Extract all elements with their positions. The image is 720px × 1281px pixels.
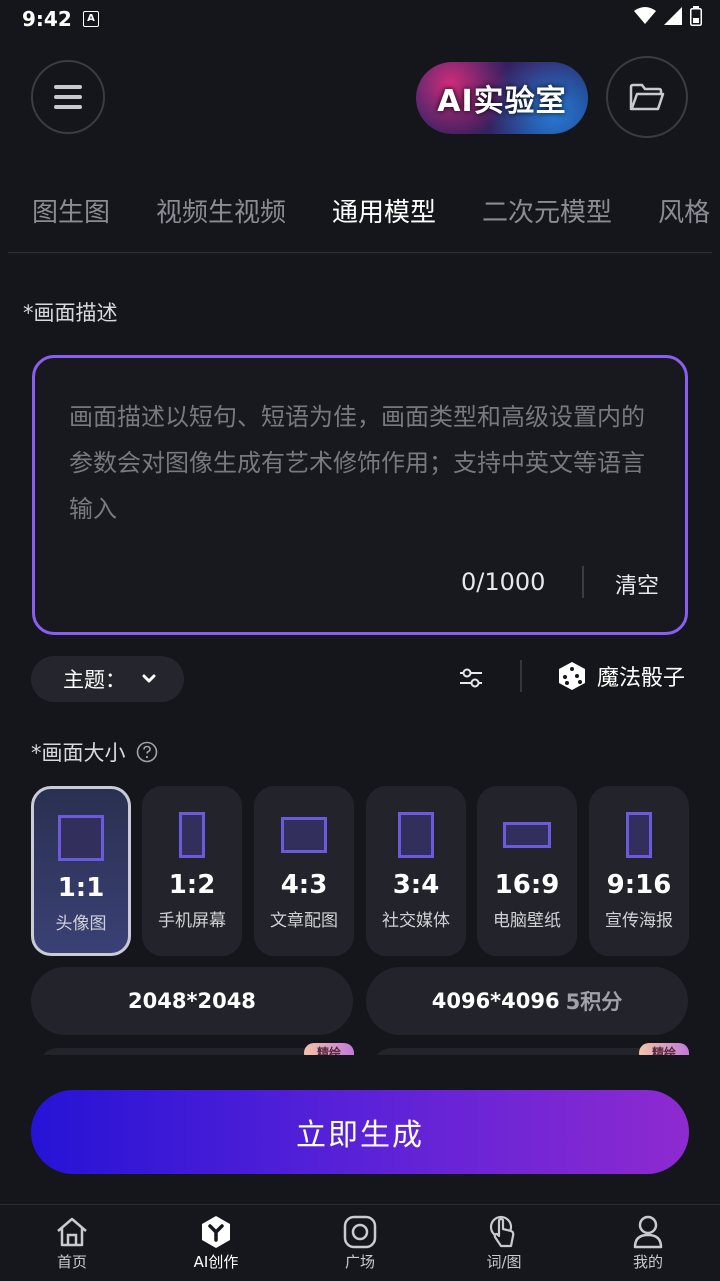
scroll-cutoff bbox=[0, 1055, 720, 1095]
menu-button[interactable] bbox=[31, 60, 105, 134]
hamburger-icon bbox=[54, 85, 82, 109]
size-ratio: 1:1 bbox=[57, 873, 105, 903]
nav-item-square[interactable]: 广场 bbox=[288, 1205, 432, 1281]
size-option-1-1[interactable]: 1:1 头像图 bbox=[31, 786, 131, 956]
nav-label: 首页 bbox=[56, 1253, 87, 1271]
generate-button[interactable]: 立即生成 bbox=[31, 1090, 689, 1174]
resolution-label: 4096*4096 bbox=[431, 989, 560, 1013]
tab-general-model[interactable]: 通用模型 bbox=[332, 192, 436, 229]
dice-icon bbox=[559, 662, 585, 690]
char-counter: 0/1000 bbox=[461, 568, 546, 596]
status-icons bbox=[634, 6, 702, 26]
ratio-1-1-icon bbox=[58, 815, 104, 861]
help-icon[interactable] bbox=[136, 741, 158, 763]
prompt-input[interactable]: 画面描述以短句、短语为佳，画面类型和高级设置内的参数会对图像生成有艺术修饰作用；… bbox=[32, 355, 688, 635]
folder-button[interactable] bbox=[606, 56, 688, 138]
size-ratio: 16:9 bbox=[494, 870, 560, 900]
ratio-4-3-icon bbox=[281, 817, 327, 853]
settings-button[interactable] bbox=[458, 666, 484, 694]
ai-lab-title: AI实验室 bbox=[437, 84, 567, 119]
tab-video-to-video[interactable]: 视频生视频 bbox=[156, 192, 286, 229]
status-time: 9:42 bbox=[22, 7, 72, 31]
ratio-16-9-icon bbox=[503, 822, 551, 848]
resolution-label: 2048*2048 bbox=[128, 989, 256, 1013]
battery-icon bbox=[690, 6, 702, 26]
size-name: 宣传海报 bbox=[605, 911, 673, 931]
bottom-nav: 首页 AI创作 广场 词/图 我的 bbox=[0, 1204, 720, 1281]
wifi-icon bbox=[634, 7, 656, 24]
tab-divider bbox=[8, 252, 712, 253]
size-ratio: 4:3 bbox=[280, 870, 328, 900]
theme-select[interactable]: 主题： bbox=[31, 656, 184, 702]
size-option-3-4[interactable]: 3:4 社交媒体 bbox=[366, 786, 466, 956]
size-option-16-9[interactable]: 16:9 电脑壁纸 bbox=[477, 786, 577, 956]
nav-label: 我的 bbox=[632, 1253, 663, 1271]
size-name: 电脑壁纸 bbox=[493, 911, 561, 931]
square-icon bbox=[343, 1215, 377, 1249]
resolution-2048[interactable]: 2048*2048 bbox=[31, 967, 353, 1035]
tab-style[interactable]: 风格 bbox=[658, 192, 710, 229]
prompt-placeholder: 画面描述以短句、短语为佳，画面类型和高级设置内的参数会对图像生成有艺术修饰作用；… bbox=[69, 403, 645, 523]
clear-button[interactable]: 清空 bbox=[615, 568, 659, 600]
size-name: 手机屏幕 bbox=[158, 911, 226, 931]
ratio-1-2-icon bbox=[179, 812, 205, 858]
size-option-1-2[interactable]: 1:2 手机屏幕 bbox=[142, 786, 242, 956]
folder-icon bbox=[629, 83, 665, 111]
size-option-9-16[interactable]: 9:16 宣传海报 bbox=[589, 786, 689, 956]
magic-dice-button[interactable]: 魔法骰子 bbox=[557, 660, 685, 692]
model-tabs: 图生图 视频生视频 通用模型 二次元模型 风格 bbox=[32, 192, 710, 229]
nav-item-ai-create[interactable]: AI创作 bbox=[144, 1205, 288, 1281]
tab-anime-model[interactable]: 二次元模型 bbox=[482, 192, 612, 229]
size-ratio: 3:4 bbox=[392, 870, 440, 900]
signal-icon bbox=[664, 7, 682, 25]
theme-label: 主题： bbox=[63, 668, 126, 692]
chevron-down-icon bbox=[142, 674, 156, 683]
nav-item-profile[interactable]: 我的 bbox=[576, 1205, 720, 1281]
notification-icon: A bbox=[83, 11, 99, 27]
size-label-row: *画面大小 bbox=[31, 737, 158, 767]
size-name: 文章配图 bbox=[270, 911, 338, 931]
resolution-4096[interactable]: 4096*4096 5积分 bbox=[366, 967, 688, 1035]
size-label: *画面大小 bbox=[31, 741, 126, 765]
touch-icon bbox=[489, 1215, 515, 1248]
size-option-4-3[interactable]: 4:3 文章配图 bbox=[254, 786, 354, 956]
size-ratio: 1:2 bbox=[168, 870, 216, 900]
prompt-label: *画面描述 bbox=[23, 301, 118, 325]
nav-label: 广场 bbox=[344, 1253, 375, 1271]
size-ratio: 9:16 bbox=[606, 870, 672, 900]
counter-divider bbox=[582, 566, 584, 598]
ai-lab-button[interactable]: AI实验室 bbox=[416, 62, 588, 134]
nav-item-prompts[interactable]: 词/图 bbox=[432, 1205, 576, 1281]
tab-image-to-image[interactable]: 图生图 bbox=[32, 192, 110, 229]
ratio-3-4-icon bbox=[398, 812, 434, 858]
home-icon bbox=[57, 1217, 87, 1247]
generate-label: 立即生成 bbox=[296, 1118, 424, 1153]
user-icon bbox=[633, 1215, 663, 1249]
magic-dice-label: 魔法骰子 bbox=[597, 666, 686, 691]
size-name: 社交媒体 bbox=[382, 911, 450, 931]
sliders-icon bbox=[460, 668, 482, 688]
ai-create-icon bbox=[202, 1216, 230, 1248]
size-name: 头像图 bbox=[55, 914, 107, 934]
nav-label: 词/图 bbox=[486, 1253, 522, 1271]
nav-label: AI创作 bbox=[193, 1253, 239, 1271]
nav-item-home[interactable]: 首页 bbox=[0, 1205, 144, 1281]
ratio-9-16-icon bbox=[626, 812, 652, 858]
resolution-cost: 5积分 bbox=[565, 990, 623, 1014]
row-divider bbox=[520, 660, 522, 692]
